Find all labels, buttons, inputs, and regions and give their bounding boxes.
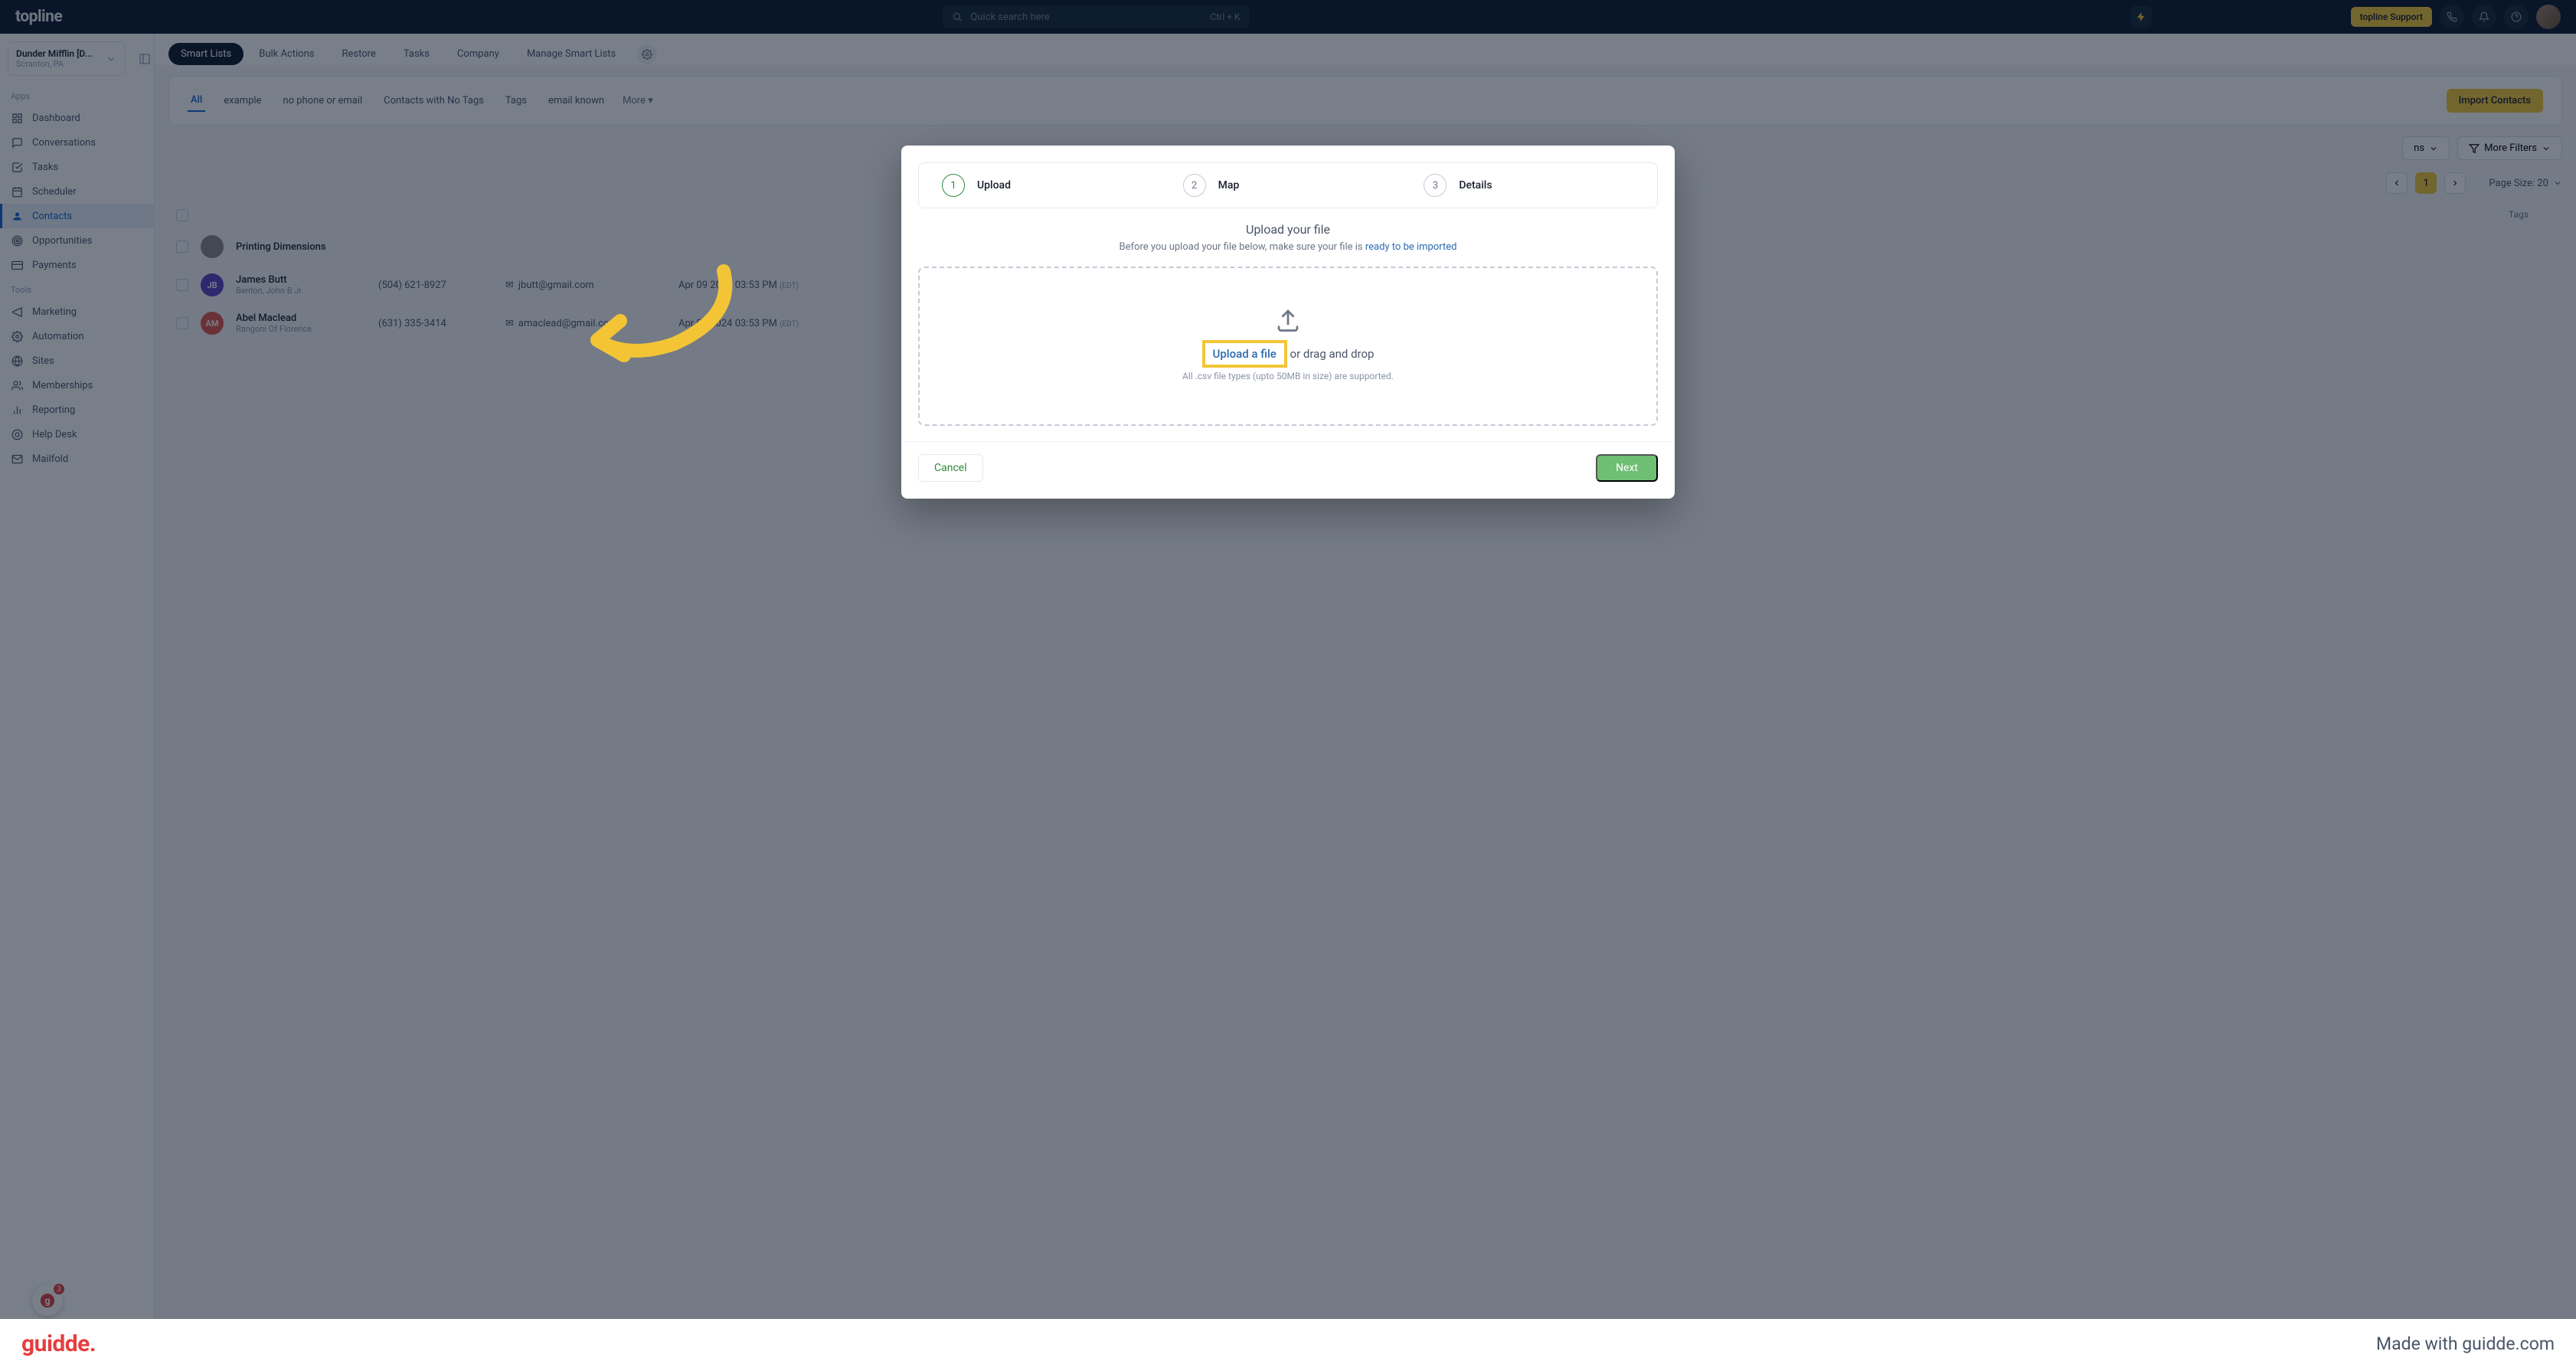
step-number: 2 bbox=[1183, 174, 1206, 197]
ready-to-import-link[interactable]: ready to be imported bbox=[1365, 241, 1457, 253]
made-with-text: Made with guidde.com bbox=[2376, 1334, 2555, 1354]
upload-file-link[interactable]: Upload a file bbox=[1202, 340, 1287, 368]
upload-sub: All .csv file types (upto 50MB in size) … bbox=[935, 371, 1641, 381]
wizard-steps: 1 Upload 2 Map 3 Details bbox=[918, 162, 1658, 208]
step-label: Details bbox=[1459, 179, 1492, 191]
upload-title: Upload your file bbox=[918, 222, 1658, 237]
modal-footer: Cancel Next bbox=[901, 441, 1675, 499]
step-map: 2 Map bbox=[1183, 174, 1394, 197]
upload-rest-text: or drag and drop bbox=[1287, 347, 1375, 361]
step-label: Map bbox=[1218, 179, 1240, 191]
upload-line: Upload a file or drag and drop bbox=[935, 340, 1641, 368]
watermark-footer: guidde. Made with guidde.com bbox=[0, 1319, 2576, 1368]
step-number: 3 bbox=[1424, 174, 1447, 197]
upload-icon bbox=[1274, 306, 1302, 334]
dropzone[interactable]: Upload a file or drag and drop All .csv … bbox=[918, 267, 1658, 426]
step-upload: 1 Upload bbox=[942, 174, 1152, 197]
step-details: 3 Details bbox=[1424, 174, 1634, 197]
step-number: 1 bbox=[942, 174, 965, 197]
upload-description: Before you upload your file below, make … bbox=[918, 241, 1658, 253]
guidde-logo: guidde. bbox=[21, 1330, 96, 1357]
step-label: Upload bbox=[977, 179, 1011, 191]
next-button[interactable]: Next bbox=[1596, 454, 1658, 482]
cancel-button[interactable]: Cancel bbox=[918, 454, 983, 482]
modal-body: Upload your file Before you upload your … bbox=[901, 222, 1675, 441]
import-modal: 1 Upload 2 Map 3 Details Upload your fil… bbox=[901, 146, 1675, 499]
